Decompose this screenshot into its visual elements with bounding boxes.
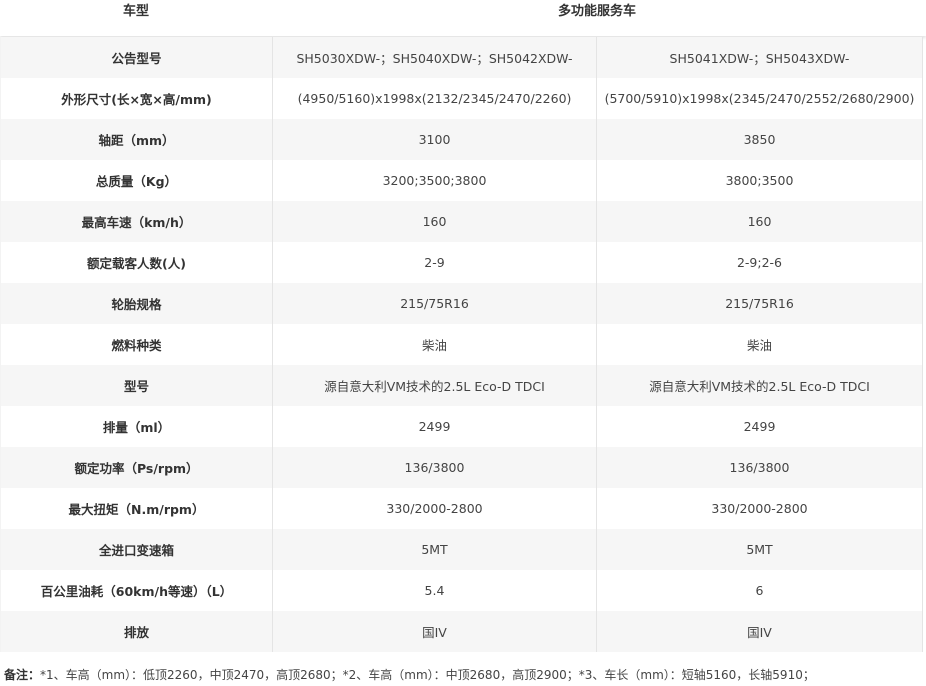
value-cell-1: 2499 <box>272 406 597 447</box>
header-vehicle-type-label: 车型 <box>122 4 149 19</box>
value-cell-2: 3850 <box>596 119 923 160</box>
row-label: 全进口变速箱 <box>0 529 273 570</box>
table-header: 车型 多功能服务车 <box>0 0 926 36</box>
row-label: 轮胎规格 <box>0 283 273 324</box>
table-row: 排放 国IV 国IV <box>0 611 923 652</box>
table-row: 总质量（Kg） 3200;3500;3800 3800;3500 <box>0 160 923 201</box>
footnote-prefix: 备注： <box>4 668 41 682</box>
value-cell-2: 160 <box>596 201 923 242</box>
value-cell-2: 136/3800 <box>596 447 923 488</box>
table-row: 额定载客人数(人) 2-9 2-9;2-6 <box>0 242 923 283</box>
row-label: 最大扭矩（N.m/rpm） <box>0 488 273 529</box>
value-cell-2: 2499 <box>596 406 923 447</box>
table-row: 最高车速（km/h） 160 160 <box>0 201 923 242</box>
value-cell-2: 215/75R16 <box>596 283 923 324</box>
value-cell-2: 国IV <box>596 611 923 652</box>
value-cell-2: 330/2000-2800 <box>596 488 923 529</box>
table-row: 公告型号 SH5030XDW-；SH5040XDW-；SH5042XDW- SH… <box>0 37 923 78</box>
value-cell-1: 160 <box>272 201 597 242</box>
value-cell-1: 国IV <box>272 611 597 652</box>
value-cell-1: 330/2000-2800 <box>272 488 597 529</box>
row-label: 额定载客人数(人) <box>0 242 273 283</box>
row-label: 外形尺寸(长×宽×高/mm) <box>0 78 273 119</box>
row-label: 最高车速（km/h） <box>0 201 273 242</box>
value-cell-2: 源自意大利VM技术的2.5L Eco-D TDCI <box>596 365 923 406</box>
table-row: 全进口变速箱 5MT 5MT <box>0 529 923 570</box>
value-cell-2: 6 <box>596 570 923 611</box>
value-cell-1: SH5030XDW-；SH5040XDW-；SH5042XDW- <box>272 37 597 78</box>
table-row: 最大扭矩（N.m/rpm） 330/2000-2800 330/2000-280… <box>0 488 923 529</box>
value-cell-1: (4950/5160)x1998x(2132/2345/2470/2260) <box>272 78 597 119</box>
row-label: 公告型号 <box>0 37 273 78</box>
value-cell-2: 5MT <box>596 529 923 570</box>
row-label: 排放 <box>0 611 273 652</box>
table-row: 额定功率（Ps/rpm） 136/3800 136/3800 <box>0 447 923 488</box>
header-vehicle-category: 多功能服务车 <box>557 4 636 19</box>
value-cell-1: 136/3800 <box>272 447 597 488</box>
row-label: 燃料种类 <box>0 324 273 365</box>
value-cell-1: 柴油 <box>272 324 597 365</box>
value-cell-1: 2-9 <box>272 242 597 283</box>
value-cell-2: (5700/5910)x1998x(2345/2470/2552/2680/29… <box>596 78 923 119</box>
value-cell-1: 3200;3500;3800 <box>272 160 597 201</box>
value-cell-2: 3800;3500 <box>596 160 923 201</box>
row-label: 排量（ml） <box>0 406 273 447</box>
row-label: 额定功率（Ps/rpm） <box>0 447 273 488</box>
table-row: 轮胎规格 215/75R16 215/75R16 <box>0 283 923 324</box>
value-cell-1: 5.4 <box>272 570 597 611</box>
value-cell-2: SH5041XDW-；SH5043XDW- <box>596 37 923 78</box>
value-cell-1: 3100 <box>272 119 597 160</box>
table-row: 排量（ml） 2499 2499 <box>0 406 923 447</box>
spec-table: 公告型号 SH5030XDW-；SH5040XDW-；SH5042XDW- SH… <box>0 37 923 652</box>
row-label: 轴距（mm） <box>0 119 273 160</box>
table-row: 百公里油耗（60km/h等速）（L） 5.4 6 <box>0 570 923 611</box>
row-label: 百公里油耗（60km/h等速）（L） <box>0 570 273 611</box>
table-row: 轴距（mm） 3100 3850 <box>0 119 923 160</box>
row-label: 型号 <box>0 365 273 406</box>
value-cell-1: 源自意大利VM技术的2.5L Eco-D TDCI <box>272 365 597 406</box>
value-cell-1: 215/75R16 <box>272 283 597 324</box>
row-label: 总质量（Kg） <box>0 160 273 201</box>
value-cell-2: 2-9;2-6 <box>596 242 923 283</box>
table-row: 型号 源自意大利VM技术的2.5L Eco-D TDCI 源自意大利VM技术的2… <box>0 365 923 406</box>
value-cell-2: 柴油 <box>596 324 923 365</box>
value-cell-1: 5MT <box>272 529 597 570</box>
table-row: 外形尺寸(长×宽×高/mm) (4950/5160)x1998x(2132/23… <box>0 78 923 119</box>
table-row: 燃料种类 柴油 柴油 <box>0 324 923 365</box>
footnote: 备注：*1、车高（mm）：低顶2260，中顶2470，高顶2680；*2、车高（… <box>4 666 922 683</box>
footnote-text: *1、车高（mm）：低顶2260，中顶2470，高顶2680；*2、车高（mm）… <box>40 668 815 682</box>
